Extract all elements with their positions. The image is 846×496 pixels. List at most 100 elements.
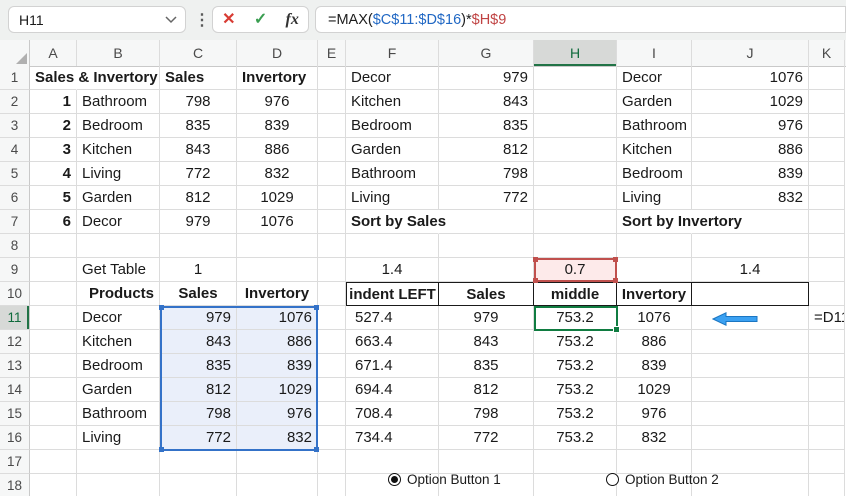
cell-H15[interactable]: 753.2 xyxy=(534,402,617,426)
cell-H4[interactable] xyxy=(534,138,617,162)
cell-A18[interactable] xyxy=(30,474,77,496)
cell-B7[interactable]: Decor xyxy=(77,210,160,234)
cell-G11[interactable]: 979 xyxy=(439,306,534,330)
cell-I6[interactable]: Living xyxy=(617,186,692,210)
cell-B11[interactable]: Decor xyxy=(77,306,160,330)
cell-D2[interactable]: 976 xyxy=(237,90,318,114)
cell-F13[interactable]: 671.4 xyxy=(346,354,439,378)
cell-A7[interactable]: 6 xyxy=(30,210,77,234)
cell-D15[interactable]: 976 xyxy=(237,402,318,426)
cell-A12[interactable] xyxy=(30,330,77,354)
cell-A2[interactable]: 1 xyxy=(30,90,77,114)
cell-D10[interactable]: Invertory xyxy=(237,282,318,306)
cell-K12[interactable] xyxy=(809,330,845,354)
cell-E8[interactable] xyxy=(318,234,346,258)
row-header-4[interactable]: 4 xyxy=(0,138,30,162)
cell-C12[interactable]: 843 xyxy=(160,330,237,354)
cell-J5[interactable]: 839 xyxy=(692,162,809,186)
cell-E4[interactable] xyxy=(318,138,346,162)
cell-B10[interactable]: Products xyxy=(77,282,160,306)
cell-H17[interactable] xyxy=(534,450,617,474)
cell-C4[interactable]: 843 xyxy=(160,138,237,162)
cell-G9[interactable] xyxy=(439,258,534,282)
cell-G3[interactable]: 835 xyxy=(439,114,534,138)
cell-G15[interactable]: 798 xyxy=(439,402,534,426)
cell-I8[interactable] xyxy=(617,234,692,258)
cell-A1[interactable]: Sales & Invertory xyxy=(30,66,77,90)
cell-C7[interactable]: 979 xyxy=(160,210,237,234)
grip-dots-icon[interactable]: ⋮ xyxy=(194,6,210,33)
cell-A10[interactable] xyxy=(30,282,77,306)
row-header-18[interactable]: 18 xyxy=(0,474,30,496)
cell-K15[interactable] xyxy=(809,402,845,426)
cell-B13[interactable]: Bedroom xyxy=(77,354,160,378)
radio-icon[interactable] xyxy=(388,473,401,486)
cell-B15[interactable]: Bathroom xyxy=(77,402,160,426)
cell-B14[interactable]: Garden xyxy=(77,378,160,402)
cell-D17[interactable] xyxy=(237,450,318,474)
cell-F10[interactable]: indent LEFT xyxy=(346,282,439,306)
row-header-5[interactable]: 5 xyxy=(0,162,30,186)
cell-K16[interactable] xyxy=(809,426,845,450)
cell-F11[interactable]: 527.4 xyxy=(346,306,439,330)
cell-C10[interactable]: Sales xyxy=(160,282,237,306)
cell-A3[interactable]: 2 xyxy=(30,114,77,138)
cell-D13[interactable]: 839 xyxy=(237,354,318,378)
row-header-2[interactable]: 2 xyxy=(0,90,30,114)
cell-J14[interactable] xyxy=(692,378,809,402)
cancel-icon[interactable]: ✕ xyxy=(222,12,235,28)
cell-A15[interactable] xyxy=(30,402,77,426)
cell-J9[interactable]: 1.4 xyxy=(692,258,809,282)
cell-F16[interactable]: 734.4 xyxy=(346,426,439,450)
cell-C15[interactable]: 798 xyxy=(160,402,237,426)
row-header-16[interactable]: 16 xyxy=(0,426,30,450)
cell-G7[interactable] xyxy=(439,210,534,234)
cell-I10[interactable]: Invertory xyxy=(617,282,692,306)
confirm-icon[interactable]: ✓ xyxy=(254,12,267,28)
cell-C17[interactable] xyxy=(160,450,237,474)
col-header-C[interactable]: C xyxy=(160,40,237,66)
cell-C6[interactable]: 812 xyxy=(160,186,237,210)
name-box[interactable]: H11 xyxy=(8,6,186,33)
cell-F15[interactable]: 708.4 xyxy=(346,402,439,426)
cell-E12[interactable] xyxy=(318,330,346,354)
cell-I4[interactable]: Kitchen xyxy=(617,138,692,162)
cell-B3[interactable]: Bedroom xyxy=(77,114,160,138)
cell-F8[interactable] xyxy=(346,234,439,258)
cell-I1[interactable]: Decor xyxy=(617,66,692,90)
option-button-2-label[interactable]: Option Button 2 xyxy=(625,472,719,487)
cell-D6[interactable]: 1029 xyxy=(237,186,318,210)
cell-E6[interactable] xyxy=(318,186,346,210)
row-header-1[interactable]: 1 xyxy=(0,66,30,90)
cell-C3[interactable]: 835 xyxy=(160,114,237,138)
cell-J3[interactable]: 976 xyxy=(692,114,809,138)
cell-H5[interactable] xyxy=(534,162,617,186)
cell-K10[interactable] xyxy=(809,282,845,306)
cell-A4[interactable]: 3 xyxy=(30,138,77,162)
cell-D14[interactable]: 1029 xyxy=(237,378,318,402)
cell-C14[interactable]: 812 xyxy=(160,378,237,402)
cell-E11[interactable] xyxy=(318,306,346,330)
cell-E15[interactable] xyxy=(318,402,346,426)
cell-G16[interactable]: 772 xyxy=(439,426,534,450)
cell-G2[interactable]: 843 xyxy=(439,90,534,114)
cell-J6[interactable]: 832 xyxy=(692,186,809,210)
cell-J4[interactable]: 886 xyxy=(692,138,809,162)
cell-F7[interactable]: Sort by Sales xyxy=(346,210,439,234)
cell-I11[interactable]: 1076 xyxy=(617,306,692,330)
cell-H7[interactable] xyxy=(534,210,617,234)
cell-J1[interactable]: 1076 xyxy=(692,66,809,90)
cell-E14[interactable] xyxy=(318,378,346,402)
option-button-1-label[interactable]: Option Button 1 xyxy=(407,472,501,487)
radio-icon[interactable] xyxy=(606,473,619,486)
cell-K5[interactable] xyxy=(809,162,845,186)
cell-K7[interactable] xyxy=(809,210,845,234)
select-all-button[interactable] xyxy=(0,40,30,66)
cell-H3[interactable] xyxy=(534,114,617,138)
cell-F14[interactable]: 694.4 xyxy=(346,378,439,402)
cell-E16[interactable] xyxy=(318,426,346,450)
row-header-7[interactable]: 7 xyxy=(0,210,30,234)
cell-J2[interactable]: 1029 xyxy=(692,90,809,114)
col-header-H[interactable]: H xyxy=(534,40,617,66)
cell-C5[interactable]: 772 xyxy=(160,162,237,186)
